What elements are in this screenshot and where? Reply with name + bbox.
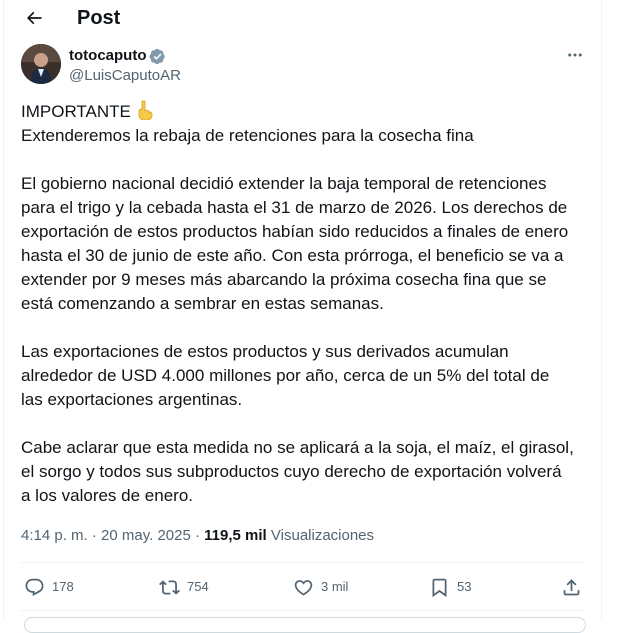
post-text-line: alrededor de USD 4.000 millones por año,… xyxy=(21,366,550,385)
back-button[interactable] xyxy=(18,2,50,34)
reply-count: 178 xyxy=(52,579,74,594)
post-text-line: está comenzando a sembrar en estas seman… xyxy=(21,294,384,313)
reply-button[interactable]: 178 xyxy=(24,575,74,599)
bookmark-count: 53 xyxy=(457,579,472,594)
post-metadata: 4:14 p. m. · 20 may. 2025 · 119,5 mil Vi… xyxy=(21,527,375,544)
more-horizontal-icon xyxy=(568,53,582,57)
verified-badge-icon xyxy=(149,48,166,64)
post-text-line: Extenderemos la rebaja de retenciones pa… xyxy=(21,126,474,145)
like-button[interactable]: 3 mil xyxy=(293,575,348,599)
backhand-index-pointing-down-emoji xyxy=(136,100,154,127)
post-text-line: IMPORTANTE xyxy=(21,100,154,127)
post-text-line: hasta el 30 de junio de este año. Con es… xyxy=(21,246,564,265)
repost-count: 754 xyxy=(187,579,209,594)
more-options-button[interactable] xyxy=(560,44,590,66)
author-name[interactable]: totocaputo xyxy=(69,47,166,65)
avatar[interactable] xyxy=(21,44,61,84)
views-count: 119,5 mil xyxy=(204,527,267,544)
reply-composer[interactable] xyxy=(24,617,586,633)
post-date[interactable]: 20 may. 2025 xyxy=(101,527,191,544)
post-text-line: Cabe aclarar que esta medida no se aplic… xyxy=(21,438,574,457)
repost-icon xyxy=(159,579,180,595)
post-header: Post xyxy=(4,0,601,36)
post-text-line: El gobierno nacional decidió extender la… xyxy=(21,174,547,193)
post-time[interactable]: 4:14 p. m. xyxy=(21,527,88,544)
post-text-line: extender por 9 meses más abarcando la pr… xyxy=(21,270,547,289)
bookmark-button[interactable]: 53 xyxy=(429,575,471,599)
share-icon xyxy=(563,578,580,595)
divider xyxy=(21,562,585,563)
heart-icon xyxy=(294,579,313,596)
like-count: 3 mil xyxy=(321,579,349,594)
post-text-line: Las exportaciones de estos productos y s… xyxy=(21,342,509,361)
post-text-line: a los valores de enero. xyxy=(21,486,193,505)
divider xyxy=(21,610,585,611)
repost-button[interactable]: 754 xyxy=(159,575,209,599)
post-text-line: para el trigo y la cebada hasta el 31 de… xyxy=(21,198,568,217)
views-label: Visualizaciones xyxy=(270,527,375,544)
author-handle[interactable]: @LuisCaputoAR xyxy=(69,67,181,85)
share-button[interactable] xyxy=(561,575,582,599)
arrow-left-icon xyxy=(26,11,42,25)
post-text-line: exportación de estos productos habían si… xyxy=(21,222,569,241)
reply-icon xyxy=(25,578,44,596)
bookmark-icon xyxy=(432,578,447,597)
author-display-name: totocaputo xyxy=(69,47,147,64)
page-title: Post xyxy=(77,7,121,29)
post-detail-column: Post totocaputo @LuisCaputoAR IMPORTANTE… xyxy=(3,0,602,633)
post-text-line: las exportaciones argentinas. xyxy=(21,390,243,409)
post-text-line: el sorgo y todos sus subproductos cuyo d… xyxy=(21,462,562,481)
